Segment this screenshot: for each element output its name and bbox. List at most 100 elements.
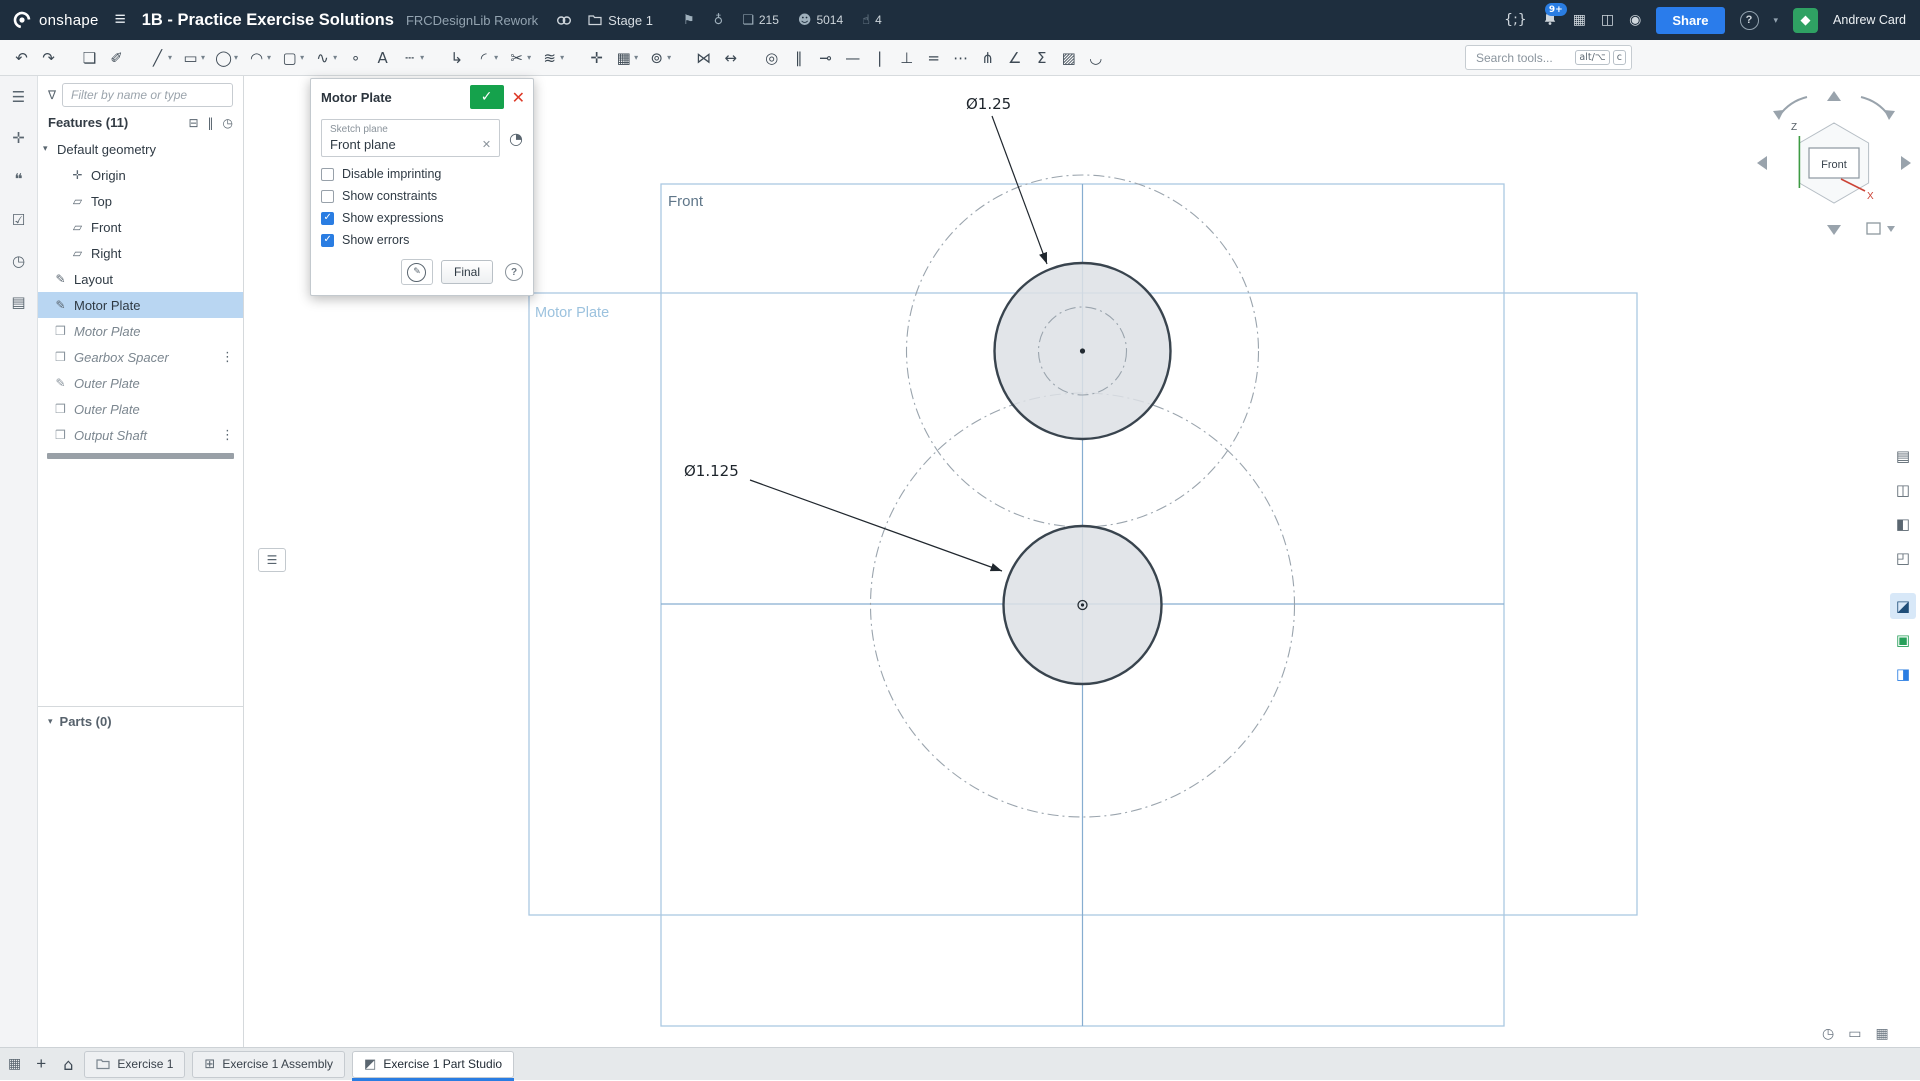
layout-panels-icon[interactable]: ◫: [1601, 12, 1614, 28]
toolbar-tool[interactable]: ✐: [103, 44, 130, 72]
toolbar-tool[interactable]: ✂ ▾: [503, 44, 536, 72]
tree-row[interactable]: ✛ Origin: [38, 162, 243, 188]
toolbar-tool[interactable]: ↶: [8, 44, 35, 72]
sketch-mode-button[interactable]: ✎: [401, 259, 433, 285]
stat-item[interactable]: ⚑: [683, 13, 695, 28]
tree-row[interactable]: ▱ Front: [38, 214, 243, 240]
chevron-down-icon[interactable]: ▾: [527, 53, 531, 62]
stat-item[interactable]: ❏ 215: [742, 13, 779, 28]
sketch-display-toggle-icon[interactable]: ◔: [509, 129, 523, 148]
toolbar-tool[interactable]: ∘: [342, 44, 369, 72]
dimension-top-label[interactable]: Ø1.25: [966, 95, 1011, 113]
checkbox-row[interactable]: Show constraints: [321, 189, 523, 203]
rollback-bar[interactable]: [47, 453, 234, 459]
toolbar-tool[interactable]: ⋯: [947, 44, 974, 72]
final-button[interactable]: Final: [441, 260, 493, 284]
checkbox-row[interactable]: Show errors: [321, 233, 523, 247]
checkbox-row[interactable]: Show expressions: [321, 211, 523, 225]
view-cube[interactable]: Front Z X: [1739, 78, 1920, 246]
toolbar-tool[interactable]: ◡: [1082, 44, 1109, 72]
filter-funnel-icon[interactable]: ∇: [48, 88, 56, 102]
chevron-down-icon[interactable]: ▾: [420, 53, 424, 62]
toolbar-tool[interactable]: ∿ ▾: [309, 44, 342, 72]
comments-panel-icon[interactable]: ❝: [14, 170, 22, 188]
toolbar-tool[interactable]: Σ: [1028, 44, 1055, 72]
app-grid-icon[interactable]: ▦: [1573, 12, 1586, 28]
toolbar-tool[interactable]: ┄ ▾: [396, 44, 429, 72]
toolbar-tool[interactable]: ↔: [717, 44, 744, 72]
chevron-down-icon[interactable]: ▾: [634, 53, 638, 62]
chevron-down-icon[interactable]: ▾: [201, 53, 205, 62]
clear-selection-icon[interactable]: ✕: [482, 138, 491, 151]
checkbox[interactable]: [321, 190, 334, 203]
home-icon[interactable]: ⌂: [63, 1055, 73, 1074]
toolbar-tool[interactable]: ⊚ ▾: [643, 44, 676, 72]
chevron-down-icon[interactable]: ▾: [667, 53, 671, 62]
kebab-menu-icon[interactable]: ⋮: [221, 350, 234, 365]
features-panel-icon[interactable]: ☰: [12, 88, 25, 106]
insert-feature-icon[interactable]: ⊟: [188, 116, 198, 130]
view-options-cube-icon[interactable]: [1867, 223, 1880, 234]
search-tools-box[interactable]: alt/⌥ c: [1465, 45, 1632, 70]
checkbox[interactable]: [321, 212, 334, 225]
sketch-text-label[interactable]: Motor Plate: [535, 305, 609, 321]
rotate-down-arrow[interactable]: [1827, 225, 1841, 235]
dimension-bottom-label[interactable]: Ø1.125: [684, 462, 739, 480]
display-settings-icon[interactable]: ▭: [1848, 1026, 1861, 1042]
toolbar-tool[interactable]: |: [866, 44, 893, 72]
toolbar-tool[interactable]: ▢ ▾: [276, 44, 309, 72]
toolbar-tool[interactable]: ≋ ▾: [536, 44, 569, 72]
tree-row[interactable]: ▾ Default geometry: [38, 136, 243, 162]
toolbar-tool[interactable]: ∥: [785, 44, 812, 72]
rotate-left-arrow[interactable]: [1757, 156, 1767, 170]
tree-row[interactable]: ▱ Right: [38, 240, 243, 266]
chevron-down-icon[interactable]: ▾: [494, 53, 498, 62]
tab-manager-icon[interactable]: ▦: [8, 1056, 21, 1072]
tree-row[interactable]: ❒ Outer Plate: [38, 396, 243, 422]
toolbar-tool[interactable]: ↷: [35, 44, 62, 72]
share-button[interactable]: Share: [1656, 7, 1724, 34]
breadcrumb[interactable]: Stage 1: [588, 13, 653, 28]
toolbar-tool[interactable]: ❏: [76, 44, 103, 72]
chevron-down-icon[interactable]: ▾: [300, 53, 304, 62]
toolbar-tool[interactable]: ∠: [1001, 44, 1028, 72]
parts-caret-icon[interactable]: ▾: [48, 717, 53, 727]
rotate-right-arrow[interactable]: [1901, 156, 1911, 170]
sketch-plane-field[interactable]: Sketch plane Front plane ✕: [321, 119, 500, 157]
center-point-top[interactable]: [1080, 348, 1085, 353]
history-icon[interactable]: ◷: [223, 116, 233, 130]
rotate-ccw-icon[interactable]: [1779, 97, 1807, 116]
toolbar-tool[interactable]: ⋈: [690, 44, 717, 72]
toolbar-tool[interactable]: ▭ ▾: [177, 44, 210, 72]
tree-caret-icon[interactable]: ▾: [43, 144, 57, 154]
tree-row[interactable]: ✎ Layout: [38, 266, 243, 292]
toolbar-tool[interactable]: ▦ ▾: [610, 44, 643, 72]
tab-exercise-1-folder[interactable]: Exercise 1: [84, 1051, 185, 1078]
chevron-down-icon[interactable]: ▾: [267, 53, 271, 62]
tree-row[interactable]: ✎ Motor Plate: [38, 292, 243, 318]
kebab-menu-icon[interactable]: ⋮: [221, 428, 234, 443]
new-tab-button[interactable]: +: [30, 1053, 52, 1075]
checkbox-row[interactable]: Disable imprinting: [321, 167, 523, 181]
main-menu-icon[interactable]: ≡: [115, 9, 126, 31]
toolbar-tool[interactable]: ◜ ▾: [470, 44, 503, 72]
toolbar-tool[interactable]: ◯ ▾: [210, 44, 243, 72]
chevron-down-icon[interactable]: ▾: [234, 53, 238, 62]
chevron-down-icon[interactable]: ▾: [168, 53, 172, 62]
notes-panel-icon[interactable]: ▤: [11, 293, 25, 311]
notifications-bell-icon[interactable]: 9+: [1542, 10, 1558, 30]
rotate-cw-icon[interactable]: [1861, 97, 1889, 116]
toolbar-tool[interactable]: ⋔: [974, 44, 1001, 72]
toolbar-tool[interactable]: ✛: [583, 44, 610, 72]
link-icon[interactable]: [556, 14, 572, 27]
toolbar-tool[interactable]: —: [839, 44, 866, 72]
confirm-button[interactable]: ✓: [470, 85, 504, 109]
performance-icon[interactable]: ◷: [1822, 1026, 1834, 1042]
tasks-panel-icon[interactable]: ☑: [12, 211, 25, 229]
dialog-help-icon[interactable]: ?: [505, 263, 523, 281]
toolbar-tool[interactable]: ╱ ▾: [144, 44, 177, 72]
toolbar-tool[interactable]: ▨: [1055, 44, 1082, 72]
checkbox[interactable]: [321, 234, 334, 247]
filter-input[interactable]: [62, 83, 233, 107]
search-tools-input[interactable]: [1474, 50, 1572, 66]
